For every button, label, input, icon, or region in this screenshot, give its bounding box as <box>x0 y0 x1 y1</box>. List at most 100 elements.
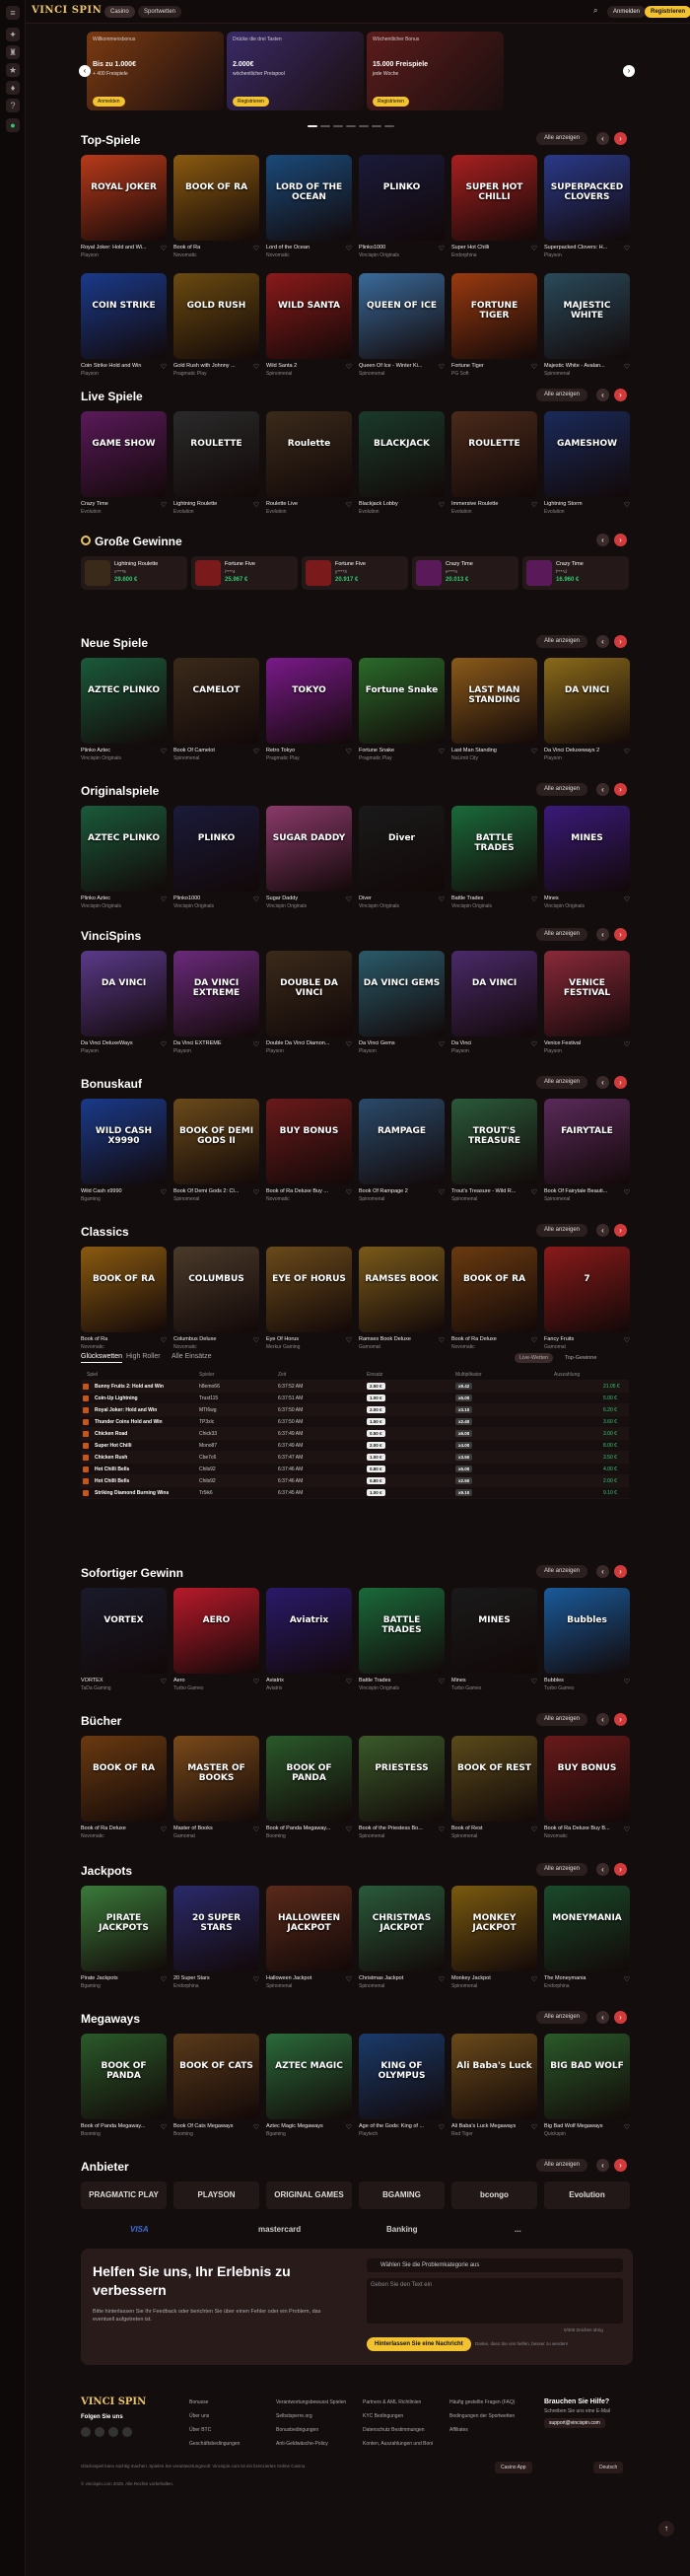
game-card[interactable]: BOOK OF RA Book of Ra Novomatic ♡ <box>173 155 259 258</box>
row-game[interactable]: Thunder Coins Hold and Win <box>95 1419 163 1425</box>
game-thumbnail[interactable]: LAST MAN STANDING <box>451 658 537 744</box>
game-card[interactable]: AERO Aero Turbo Games ♡ <box>173 1588 259 1691</box>
heart-icon[interactable]: ♡ <box>531 1975 537 1983</box>
register-button[interactable]: Registrieren <box>645 6 690 18</box>
game-card[interactable]: Diver Diver Vincispin Originals ♡ <box>359 806 445 909</box>
game-card[interactable]: AZTEC PLINKO Plinko Aztec Vincispin Origin… <box>81 806 167 909</box>
banner-button[interactable]: Registrieren <box>373 97 409 107</box>
row-game[interactable]: Bunny Fruits 2: Hold and Win <box>95 1384 164 1390</box>
category-select[interactable]: Wählen Sie die Problemkategorie aus <box>367 2258 623 2272</box>
provider-logo[interactable]: Evolution <box>544 2182 630 2209</box>
heart-icon[interactable]: ♡ <box>253 895 259 903</box>
game-thumbnail[interactable]: VENICE FESTIVAL <box>544 951 630 1037</box>
next-arrow-icon[interactable]: › <box>614 389 627 401</box>
heart-icon[interactable]: ♡ <box>439 748 445 755</box>
game-card[interactable]: CAMELOT Book Of Camelot Spinomenal ♡ <box>173 658 259 761</box>
game-card[interactable]: DOUBLE DA VINCI Double Da Vinci Diamon...… <box>266 951 352 1054</box>
game-card[interactable]: GOLD RUSH Gold Rush with Johnny ... Pragma… <box>173 273 259 377</box>
game-thumbnail[interactable]: FORTUNE TIGER <box>451 273 537 359</box>
game-thumbnail[interactable]: ROULETTE <box>451 411 537 497</box>
prev-arrow-icon[interactable]: ‹ <box>596 1076 609 1089</box>
game-card[interactable]: DA VINCI Da Vinci Playson ♡ <box>451 951 537 1054</box>
game-thumbnail[interactable]: WILD CASH X9990 <box>81 1099 167 1184</box>
next-arrow-icon[interactable]: › <box>614 1076 627 1089</box>
social-icon[interactable] <box>108 2427 118 2437</box>
heart-icon[interactable]: ♡ <box>531 2123 537 2131</box>
game-thumbnail[interactable]: Aviatrix <box>266 1588 352 1674</box>
next-arrow-icon[interactable]: › <box>614 2011 627 2024</box>
game-card[interactable]: BUY BONUS Book of Ra Deluxe Buy ... Novoma… <box>266 1099 352 1202</box>
game-card[interactable]: Roulette Roulette Live Evolution ♡ <box>266 411 352 515</box>
prev-arrow-icon[interactable]: ‹ <box>596 534 609 546</box>
game-thumbnail[interactable]: EYE OF HORUS <box>266 1247 352 1332</box>
gift-icon[interactable]: ✦ <box>6 28 20 41</box>
game-thumbnail[interactable]: BOOK OF RA <box>81 1736 167 1822</box>
game-card[interactable]: BATTLE TRADES Battle Trades Vincispin Orig… <box>451 806 537 909</box>
prev-arrow-icon[interactable]: ‹ <box>596 132 609 145</box>
heart-icon[interactable]: ♡ <box>624 1336 630 1344</box>
heart-icon[interactable]: ♡ <box>346 1040 352 1048</box>
language-select[interactable]: Deutsch <box>593 2462 624 2473</box>
game-thumbnail[interactable]: BOOK OF DEMI GODS II <box>173 1099 259 1184</box>
show-all-button[interactable]: Alle anzeigen <box>535 1224 587 1237</box>
game-card[interactable]: MAJESTIC WHITE Majestic White - Avalan...… <box>544 273 630 377</box>
provider-logo[interactable]: PRAGMATIC PLAY <box>81 2182 167 2209</box>
heart-icon[interactable]: ♡ <box>624 245 630 252</box>
game-thumbnail[interactable]: 20 SUPER STARS <box>173 1886 259 1971</box>
game-card[interactable]: Ali Baba's Luck Ali Baba's Luck Megaways R… <box>451 2034 537 2137</box>
heart-icon[interactable]: ♡ <box>531 1040 537 1048</box>
vip-icon[interactable]: ♦ <box>6 81 20 95</box>
prev-arrow-icon[interactable]: ‹ <box>596 783 609 796</box>
game-card[interactable]: PRIESTESS Book of the Priestess Bo... Spin… <box>359 1736 445 1839</box>
heart-icon[interactable]: ♡ <box>346 2123 352 2131</box>
next-arrow-icon[interactable]: › <box>614 534 627 546</box>
heart-icon[interactable]: ♡ <box>253 1040 259 1048</box>
game-card[interactable]: WILD SANTA Wild Santa 2 Spinomenal ♡ <box>266 273 352 377</box>
heart-icon[interactable]: ♡ <box>161 363 167 371</box>
footer-logo[interactable]: VINCI SPIN <box>81 2397 146 2407</box>
heart-icon[interactable]: ♡ <box>439 1975 445 1983</box>
game-card[interactable]: 7 Fancy Fruits Gamomat ♡ <box>544 1247 630 1350</box>
show-all-button[interactable]: Alle anzeigen <box>535 635 587 648</box>
heart-icon[interactable]: ♡ <box>531 501 537 509</box>
casino-app-button[interactable]: Casino App <box>495 2462 532 2473</box>
game-card[interactable]: MONKEY JACKPOT Monkey Jackpot Spinomenal ♡ <box>451 1886 537 1989</box>
big-win-card[interactable]: Fortune Five y****3 20.917 € <box>302 556 408 590</box>
game-card[interactable]: PLINKO Plinko1000 Vincispin Originals ♡ <box>359 155 445 258</box>
game-thumbnail[interactable]: BOOK OF PANDA <box>81 2034 167 2119</box>
heart-icon[interactable]: ♡ <box>439 501 445 509</box>
footer-link[interactable]: Geschäftsbedingungen <box>189 2441 268 2447</box>
footer-link[interactable]: Anti-Geldwäsche-Policy <box>276 2441 355 2447</box>
game-card[interactable]: BOOK OF PANDA Book of Panda Megaway... Boo… <box>81 2034 167 2137</box>
game-card[interactable]: KING OF OLYMPUS Age of the Gods: King of … <box>359 2034 445 2137</box>
footer-link[interactable]: Selbstsperre.org <box>276 2413 355 2419</box>
heart-icon[interactable]: ♡ <box>161 1040 167 1048</box>
game-thumbnail[interactable]: BATTLE TRADES <box>451 806 537 892</box>
game-thumbnail[interactable]: QUEEN OF ICE <box>359 273 445 359</box>
heart-icon[interactable]: ♡ <box>624 895 630 903</box>
heart-icon[interactable]: ♡ <box>531 1188 537 1196</box>
heart-icon[interactable]: ♡ <box>439 1678 445 1685</box>
row-game[interactable]: Royal Joker: Hold and Win <box>95 1407 157 1413</box>
prev-arrow-icon[interactable]: ‹ <box>596 635 609 648</box>
game-card[interactable]: CHRISTMAS JACKPOT Christmas Jackpot Spinom… <box>359 1886 445 1989</box>
game-thumbnail[interactable]: GAMESHOW <box>544 411 630 497</box>
game-card[interactable]: QUEEN OF ICE Queen Of Ice - Winter Ki... S… <box>359 273 445 377</box>
game-thumbnail[interactable]: MASTER OF BOOKS <box>173 1736 259 1822</box>
game-card[interactable]: MINES Mines Vincispin Originals ♡ <box>544 806 630 909</box>
game-card[interactable]: Aviatrix Aviatrix Aviatrix ♡ <box>266 1588 352 1691</box>
game-thumbnail[interactable]: DA VINCI EXTREME <box>173 951 259 1037</box>
footer-link[interactable]: Über BTC <box>189 2427 268 2433</box>
heart-icon[interactable]: ♡ <box>624 1825 630 1833</box>
promo-banner[interactable]: Willkommensbonus Bis zu 1.000€ + 400 Freis… <box>87 32 224 110</box>
game-card[interactable]: DA VINCI EXTREME Da Vinci EXTREME Playson ♡ <box>173 951 259 1054</box>
social-icons[interactable] <box>81 2424 136 2442</box>
login-button[interactable]: Anmelden <box>607 6 647 18</box>
game-card[interactable]: ROULETTE Lightning Roulette Evolution ♡ <box>173 411 259 515</box>
game-thumbnail[interactable]: RAMPAGE <box>359 1099 445 1184</box>
game-thumbnail[interactable]: PLINKO <box>173 806 259 892</box>
row-game[interactable]: Hot Chilli Bells <box>95 1467 129 1472</box>
game-card[interactable]: DA VINCI Da Vinci DeluxeWays Playson ♡ <box>81 951 167 1054</box>
heart-icon[interactable]: ♡ <box>531 1678 537 1685</box>
heart-icon[interactable]: ♡ <box>253 501 259 509</box>
